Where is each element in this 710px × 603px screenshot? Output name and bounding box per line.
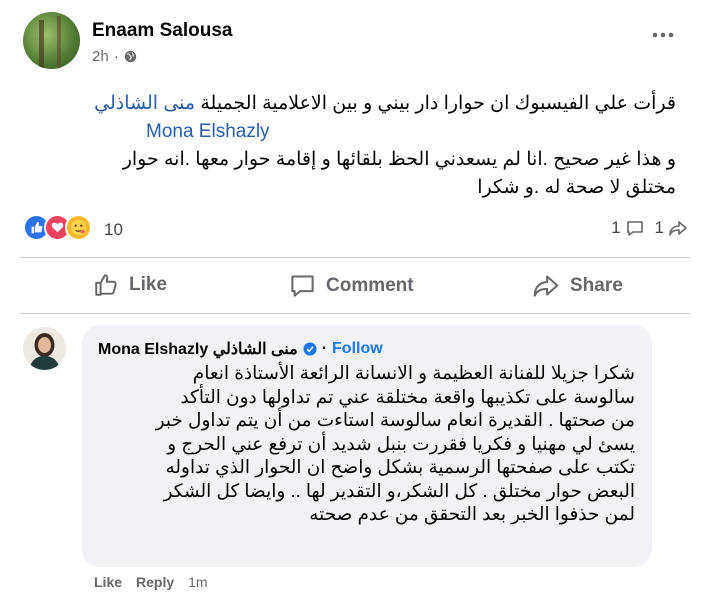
share-count-icon: [669, 221, 687, 236]
share-count-group[interactable]: 1: [655, 218, 688, 238]
meta-separator: ·: [113, 48, 119, 65]
share-button[interactable]: Share: [532, 272, 623, 299]
person-icon: [23, 327, 66, 370]
post-text-line: قرأت علي الفيسبوك ان حوارا دار بيني و بي…: [36, 90, 676, 118]
avatar-tree-shape: [39, 20, 44, 69]
post-author-name[interactable]: Enaam Salousa: [92, 20, 232, 42]
globe-icon: [124, 50, 136, 63]
commenter-avatar[interactable]: [23, 327, 66, 370]
comment-time[interactable]: 1m: [188, 574, 207, 590]
comment-header: Mona Elshazly منى الشاذلي · Follow: [98, 339, 383, 359]
post-text-segment: قرأت علي الفيسبوك ان حوارا دار بيني و بي…: [195, 93, 676, 114]
post-text-line: مختلق لا صحة له .و شكرا: [477, 177, 676, 198]
post-meta: 2h ·: [92, 48, 137, 65]
comment-icon: [291, 275, 314, 297]
share-label: Share: [570, 274, 623, 296]
avatar-tree-shape: [57, 16, 61, 69]
post-stats: 1 1: [611, 218, 688, 238]
comment-reply-button[interactable]: Reply: [136, 574, 174, 590]
follow-separator: ·: [321, 340, 328, 357]
like-label: Like: [129, 274, 168, 295]
comment-count: 1: [611, 218, 621, 237]
comment-text: شكرا جزيلا للفنانة العظيمة و الانسانة ال…: [95, 361, 635, 526]
comment-line: البعض حوار مختلق . كل الشكر،و التقدير له…: [163, 479, 635, 501]
comment-line: تكتب على صفحتها الرسمية بشكل واضح ان الح…: [165, 456, 635, 477]
share-count: 1: [654, 218, 664, 237]
post-text-line: Mona Elshazly: [36, 118, 676, 146]
comment-count-group[interactable]: 1: [611, 218, 644, 238]
mention-link-arabic[interactable]: منى الشاذلي: [94, 93, 195, 114]
comment-like-button[interactable]: Like: [94, 574, 122, 590]
mention-link-english[interactable]: Mona Elshazly: [146, 121, 270, 142]
share-icon: [533, 275, 559, 297]
divider-top: [20, 257, 690, 258]
verified-badge-icon: [303, 342, 317, 356]
post-text: قرأت علي الفيسبوك ان حوارا دار بيني و بي…: [36, 90, 676, 202]
comment-label: Comment: [326, 274, 414, 296]
divider-bottom: [20, 313, 690, 314]
comment-line: من صحتها . القديرة انعام سالوسة استاءت م…: [155, 409, 635, 430]
reaction-count[interactable]: 10: [104, 220, 123, 240]
comment-count-icon: [626, 221, 643, 236]
more-options-icon[interactable]: [652, 30, 674, 40]
care-reaction-icon: [65, 214, 92, 241]
author-avatar[interactable]: [23, 12, 80, 69]
comment-actions: Like Reply 1m: [94, 574, 208, 590]
comment-line: شكرا جزيلا للفنانة العظيمة و الانسانة ال…: [192, 362, 635, 383]
comment-line: يسئ لي مهنيا و فكريا فقررت بنبل شديد أن …: [167, 432, 635, 454]
comment-line: لمن حذفوا الخبر بعد التحقق من عدم صحته: [309, 503, 635, 524]
post-time[interactable]: 2h: [92, 48, 109, 65]
comment-button[interactable]: Comment: [289, 272, 414, 299]
reaction-icons[interactable]: [23, 214, 92, 241]
like-icon: [95, 274, 117, 296]
comment-line: سالوسة على تكذيبها واقعة مختلقة عني تم ت…: [180, 385, 635, 407]
commenter-name[interactable]: Mona Elshazly منى الشاذلي: [98, 339, 298, 359]
follow-button[interactable]: Follow: [332, 340, 383, 358]
like-button[interactable]: Like: [93, 272, 167, 298]
post-text-line: و هذا غير صحيح .انا لم يسعدني الحظ بلقائ…: [122, 149, 676, 170]
